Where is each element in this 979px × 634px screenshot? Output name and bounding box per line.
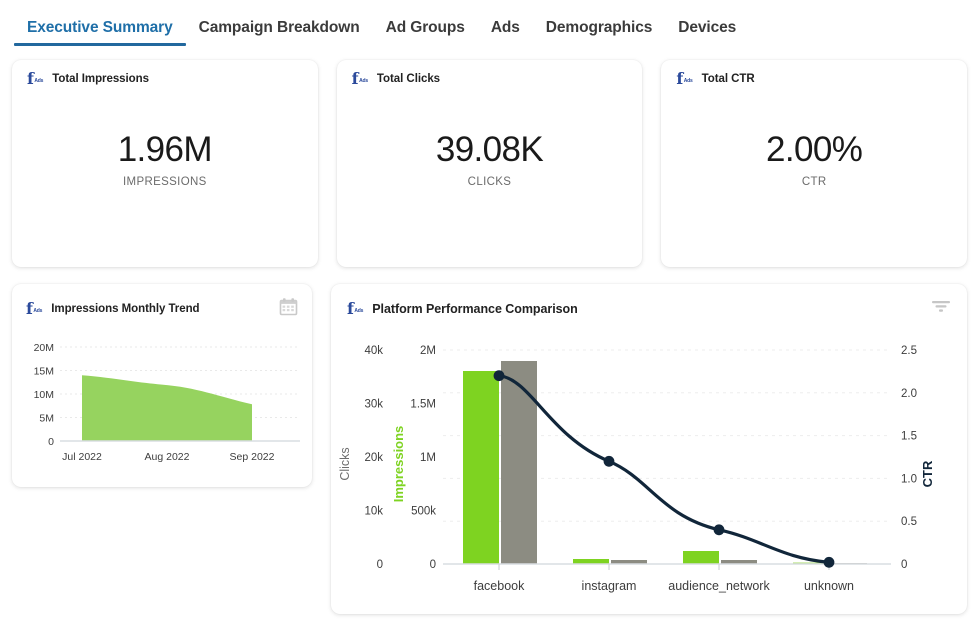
y-tick-label: 1.5M xyxy=(410,399,436,411)
tab-label: Campaign Breakdown xyxy=(198,18,360,36)
main-tab-bar: Executive Summary Campaign Breakdown Ad … xyxy=(0,0,979,46)
kpi-value: 1.96M xyxy=(117,130,213,169)
kpi-metric-label: CLICKS xyxy=(467,175,512,188)
ctr-point-unknown[interactable] xyxy=(823,556,835,568)
card-header-left: f Ads Impressions Monthly Trend xyxy=(26,299,200,318)
card-title: Platform Performance Comparison xyxy=(372,301,578,316)
x-tick-label: unknown xyxy=(804,579,854,593)
y-tick-label: 15M xyxy=(34,366,54,378)
x-axis-labels: facebook instagram audience_network unkn… xyxy=(474,579,854,593)
filter-icon[interactable] xyxy=(931,298,951,319)
y-tick-label: 0 xyxy=(901,559,907,571)
kpi-card-total-impressions: f Ads Total Impressions 1.96M IMPRESSIONS xyxy=(12,60,318,267)
kpi-metric-label: CTR xyxy=(801,175,827,188)
y-tick-label: 500k xyxy=(411,506,436,518)
y-tick-label: 2.0 xyxy=(901,388,917,400)
x-tick-label: audience_network xyxy=(668,579,770,593)
card-header: f Ads Total CTR xyxy=(676,69,952,88)
bar-clicks-facebook[interactable] xyxy=(463,371,499,564)
kpi-card-total-clicks: f Ads Total Clicks 39.08K CLICKS xyxy=(336,60,643,267)
platform-svg: 40k 30k 20k 10k 0 Clicks 2M 1.5M 1M 500k… xyxy=(338,345,935,593)
x-tick-label: Jul 2022 xyxy=(62,451,102,463)
x-tick-label: facebook xyxy=(474,579,525,593)
facebook-ads-icon: f Ads xyxy=(351,69,368,88)
y-tick-label: 0 xyxy=(377,559,383,571)
bar-impressions-facebook[interactable] xyxy=(501,361,537,564)
tab-devices[interactable]: Devices xyxy=(665,18,749,47)
calendar-icon[interactable] xyxy=(279,297,298,321)
card-header: f Ads Total Clicks xyxy=(351,69,628,88)
dashboard-body: f Ads Total Impressions 1.96M IMPRESSIONS… xyxy=(0,46,979,624)
kpi-card-row: f Ads Total Impressions 1.96M IMPRESSIONS… xyxy=(12,60,968,267)
impressions-monthly-trend-chart: 20M 15M 10M 5M 0 Jul 2022 Aug 2022 Sep 2… xyxy=(12,322,312,480)
tab-label: Ad Groups xyxy=(385,18,465,36)
y-tick-label: 0 xyxy=(430,559,436,571)
x-tick-label: Aug 2022 xyxy=(145,451,190,463)
y-tick-label: 1.5 xyxy=(901,431,917,443)
y-tick-label: 1M xyxy=(420,452,436,464)
kpi-body: 39.08K CLICKS xyxy=(337,130,643,188)
trend-area xyxy=(82,375,252,441)
kpi-body: 2.00% CTR xyxy=(661,130,967,188)
y-tick-label: 40k xyxy=(364,345,383,357)
impressions-monthly-trend-card: f Ads Impressions Monthly Trend 20M 15M … xyxy=(12,284,312,487)
trend-svg: 20M 15M 10M 5M 0 Jul 2022 Aug 2022 Sep 2… xyxy=(34,342,300,463)
card-header-left: f Ads Platform Performance Comparison xyxy=(347,298,578,318)
card-title: Impressions Monthly Trend xyxy=(51,303,200,315)
tab-label: Executive Summary xyxy=(27,18,173,36)
y-tick-label: 0.5 xyxy=(901,516,917,528)
charts-row: f Ads Impressions Monthly Trend 20M 15M … xyxy=(12,284,967,614)
tab-demographics[interactable]: Demographics xyxy=(533,18,665,47)
tab-label: Demographics xyxy=(545,18,653,36)
y-tick-label: 2.5 xyxy=(901,345,917,357)
x-tick-label: Sep 2022 xyxy=(230,451,275,463)
tab-label: Ads xyxy=(490,18,520,36)
y-tick-label: 1.0 xyxy=(901,473,917,485)
clicks-axis-title: Clicks xyxy=(338,447,352,480)
y-tick-label: 5M xyxy=(39,413,54,425)
y-tick-label: 30k xyxy=(364,399,383,411)
kpi-body: 1.96M IMPRESSIONS xyxy=(12,130,318,188)
tab-ads[interactable]: Ads xyxy=(478,18,533,47)
tab-ad-groups[interactable]: Ad Groups xyxy=(373,18,478,47)
card-header: f Ads Impressions Monthly Trend xyxy=(26,297,298,321)
card-title: Total Clicks xyxy=(376,73,441,85)
platform-performance-chart: 40k 30k 20k 10k 0 Clicks 2M 1.5M 1M 500k… xyxy=(331,324,967,609)
ctr-trend-line xyxy=(497,374,831,564)
card-title: Total Impressions xyxy=(52,73,149,85)
kpi-value: 2.00% xyxy=(766,130,863,169)
tab-executive-summary[interactable]: Executive Summary xyxy=(14,18,186,47)
y-tick-label: 0 xyxy=(48,436,54,448)
y-tick-label: 20M xyxy=(34,342,54,354)
y-tick-label: 10M xyxy=(34,389,54,401)
facebook-ads-icon: f Ads xyxy=(347,298,364,318)
bar-clicks-audience-network[interactable] xyxy=(683,551,719,564)
facebook-ads-icon: f Ads xyxy=(26,299,43,318)
kpi-metric-label: IMPRESSIONS xyxy=(122,175,207,188)
tab-campaign-breakdown[interactable]: Campaign Breakdown xyxy=(186,18,373,47)
x-tick-label: instagram xyxy=(582,579,637,593)
ctr-point-audience-network[interactable] xyxy=(713,524,725,536)
impressions-axis-ticks: 2M 1.5M 1M 500k 0 xyxy=(410,345,436,571)
card-title: Total CTR xyxy=(701,73,755,85)
facebook-ads-icon: f Ads xyxy=(27,69,44,88)
facebook-ads-icon: f Ads xyxy=(676,69,693,88)
ctr-axis-title: CTR xyxy=(920,460,935,487)
ctr-data-points xyxy=(493,370,835,568)
card-header: f Ads Platform Performance Comparison xyxy=(347,298,951,319)
tab-label: Devices xyxy=(678,18,737,36)
kpi-value: 39.08K xyxy=(435,130,544,169)
y-tick-label: 20k xyxy=(364,452,383,464)
y-tick-label: 10k xyxy=(364,506,383,518)
ctr-axis-ticks: 2.5 2.0 1.5 1.0 0.5 0 xyxy=(901,345,917,571)
platform-performance-comparison-card: f Ads Platform Performance Comparison 40… xyxy=(331,284,967,614)
ctr-point-facebook[interactable] xyxy=(493,370,505,382)
clicks-axis-ticks: 40k 30k 20k 10k 0 xyxy=(364,345,383,571)
card-header: f Ads Total Impressions xyxy=(27,69,303,88)
y-tick-label: 2M xyxy=(420,345,436,357)
impressions-axis-title: Impressions xyxy=(391,426,406,503)
kpi-card-total-ctr: f Ads Total CTR 2.00% CTR xyxy=(661,60,968,267)
ctr-point-instagram[interactable] xyxy=(603,455,615,467)
